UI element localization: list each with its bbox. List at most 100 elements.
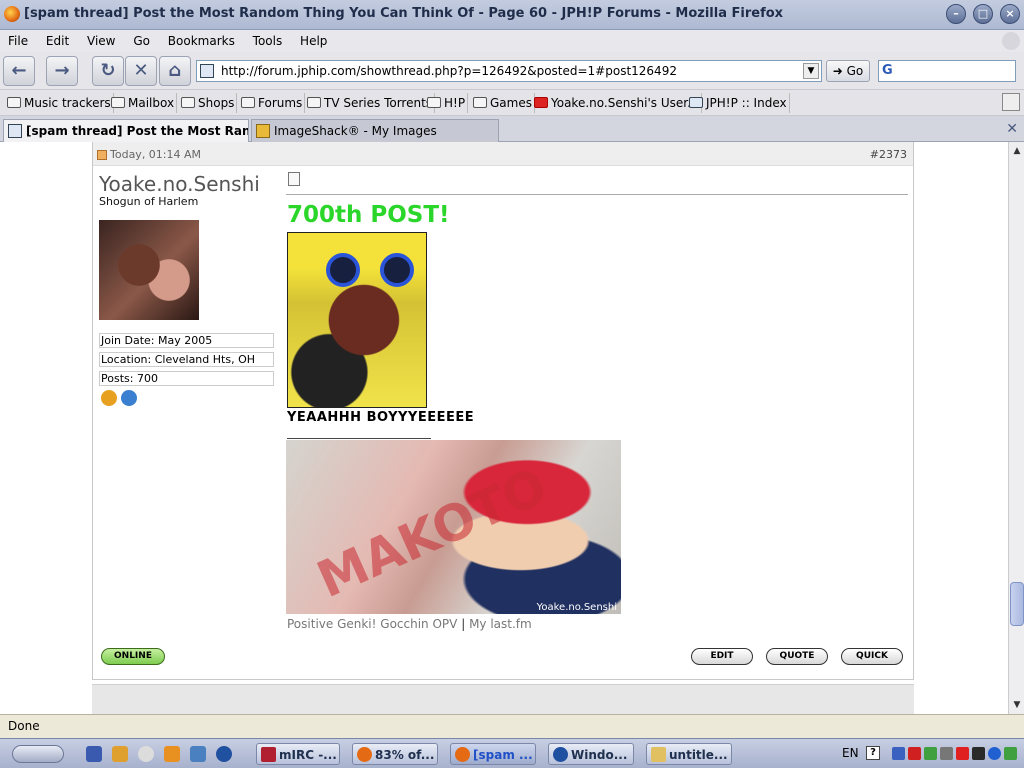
throbber-icon <box>1002 32 1020 50</box>
task-mirc[interactable]: mIRC -... <box>256 743 340 765</box>
banner-watermark: MAKOTO <box>308 456 556 610</box>
post-headline: 700th POST! <box>287 202 450 228</box>
menu-file[interactable]: File <box>8 30 28 52</box>
scrollbar-thumb[interactable] <box>1010 582 1024 626</box>
jphip-icon <box>8 124 22 138</box>
home-button[interactable]: ⌂ <box>159 56 191 86</box>
username-link[interactable]: Yoake.no.Senshi <box>99 172 260 196</box>
bookmark-hip[interactable]: H!P <box>424 93 469 113</box>
bookmark-mailbox[interactable]: Mailbox <box>108 93 178 113</box>
quicklaunch-icon[interactable] <box>112 746 128 762</box>
downloads-icon[interactable] <box>1002 93 1020 111</box>
taskbar: mIRC -... 83% of... [spam ... Windo... u… <box>0 738 1024 768</box>
stop-button[interactable]: ✕ <box>125 56 157 86</box>
jphip-icon <box>689 97 703 108</box>
avatar <box>99 220 199 320</box>
tab-imageshack[interactable]: ImageShack® - My Images <box>251 119 499 142</box>
post-image <box>287 232 427 408</box>
bookmark-lastfm-user[interactable]: Yoake.no.Senshi's User... <box>531 93 702 113</box>
msn-icon[interactable] <box>121 390 137 406</box>
tab-spam-thread[interactable]: [spam thread] Post the Most Rand... <box>3 119 249 142</box>
task-untitled[interactable]: untitle... <box>646 743 732 765</box>
bookmark-label: Mailbox <box>128 96 175 110</box>
address-bar[interactable]: http://forum.jphip.com/showthread.php?p=… <box>196 60 822 82</box>
quote-button[interactable]: QUOTE <box>766 648 828 665</box>
menu-bar: File Edit View Go Bookmarks Tools Help <box>0 30 1024 52</box>
minimize-button[interactable]: – <box>946 4 966 24</box>
bookmark-forums[interactable]: Forums <box>238 93 306 113</box>
bookmark-label: H!P <box>444 96 466 110</box>
vertical-scrollbar[interactable]: ▲ ▼ <box>1008 142 1024 714</box>
address-url[interactable]: http://forum.jphip.com/showthread.php?p=… <box>221 64 677 78</box>
bookmark-games[interactable]: Games <box>470 93 535 113</box>
help-icon[interactable]: ? <box>866 746 880 760</box>
folder-icon <box>111 97 125 108</box>
signature-divider <box>287 438 431 439</box>
task-download[interactable]: 83% of... <box>352 743 438 765</box>
post-number-link[interactable]: #2373 <box>870 148 907 161</box>
quick-reply-button[interactable]: QUICK <box>841 648 903 665</box>
start-button[interactable] <box>12 745 64 763</box>
sig-separator: | <box>461 617 466 631</box>
firefox-icon <box>4 6 20 22</box>
bookmark-tv-series-torrents[interactable]: TV Series Torrents <box>304 93 436 113</box>
page-content: Today, 01:14 AM #2373 Yoake.no.Senshi Sh… <box>0 142 1008 714</box>
message-icon <box>288 172 300 186</box>
join-date: Join Date: May 2005 <box>99 333 274 348</box>
bookmark-label: Shops <box>198 96 235 110</box>
aim-icon[interactable] <box>101 390 117 406</box>
close-window-button[interactable]: × <box>1000 4 1020 24</box>
tray-icon[interactable] <box>924 747 937 760</box>
tray-icon[interactable] <box>972 747 985 760</box>
tray-icon[interactable] <box>892 747 905 760</box>
quicklaunch-icon[interactable] <box>86 746 102 762</box>
go-label: Go <box>846 64 864 78</box>
tray-icon[interactable] <box>908 747 921 760</box>
menu-view[interactable]: View <box>87 30 115 52</box>
language-indicator[interactable]: EN <box>842 746 859 760</box>
bookmark-music-trackers[interactable]: Music trackers <box>4 93 114 113</box>
imageshack-icon <box>256 124 270 138</box>
task-windows-media[interactable]: Windo... <box>548 743 634 765</box>
tray-icon[interactable] <box>940 747 953 760</box>
go-button[interactable]: ➜ Go <box>826 60 870 82</box>
chevron-down-icon[interactable]: ▼ <box>803 63 819 79</box>
folder-icon <box>241 97 255 108</box>
tray-icon[interactable] <box>956 747 969 760</box>
scroll-up-icon[interactable]: ▲ <box>1010 144 1024 158</box>
quicklaunch-icon[interactable] <box>164 746 180 762</box>
bookmark-jphip-index[interactable]: JPH!P :: Index <box>686 93 790 113</box>
post-caption: YEAAHHH BOYYYEEEEEE <box>287 410 475 425</box>
task-label: 83% of... <box>375 748 435 762</box>
forward-button[interactable]: → <box>46 56 78 86</box>
menu-help[interactable]: Help <box>300 30 327 52</box>
banner-tag: Yoake.no.Senshi <box>536 602 617 613</box>
reload-button[interactable]: ↻ <box>92 56 124 86</box>
bookmark-label: JPH!P :: Index <box>706 96 787 110</box>
edit-button[interactable]: EDIT <box>691 648 753 665</box>
bookmark-shops[interactable]: Shops <box>178 93 238 113</box>
tray-icon[interactable] <box>1004 747 1017 760</box>
menu-tools[interactable]: Tools <box>253 30 283 52</box>
menu-bookmarks[interactable]: Bookmarks <box>168 30 235 52</box>
quicklaunch-icon[interactable] <box>216 746 232 762</box>
close-tab-icon[interactable]: ✕ <box>1006 121 1018 137</box>
search-input[interactable]: G <box>878 60 1016 82</box>
scroll-down-icon[interactable]: ▼ <box>1010 698 1024 712</box>
bookmark-label: Games <box>490 96 532 110</box>
tray-icon[interactable] <box>988 747 1001 760</box>
quicklaunch-icon[interactable] <box>138 746 154 762</box>
sig-link-opv[interactable]: Positive Genki! Gocchin OPV <box>287 617 457 631</box>
paint-icon <box>651 747 666 762</box>
task-firefox[interactable]: [spam ... <box>450 743 536 765</box>
tab-label: [spam thread] Post the Most Rand... <box>26 124 249 138</box>
menu-edit[interactable]: Edit <box>46 30 69 52</box>
menu-go[interactable]: Go <box>133 30 150 52</box>
maximize-button[interactable]: □ <box>973 4 993 24</box>
forum-post: Today, 01:14 AM #2373 Yoake.no.Senshi Sh… <box>92 142 914 680</box>
task-label: Windo... <box>571 748 628 762</box>
folder-icon <box>473 97 487 108</box>
back-button[interactable]: ← <box>3 56 35 86</box>
quicklaunch-icon[interactable] <box>190 746 206 762</box>
sig-link-lastfm[interactable]: My last.fm <box>469 617 532 631</box>
